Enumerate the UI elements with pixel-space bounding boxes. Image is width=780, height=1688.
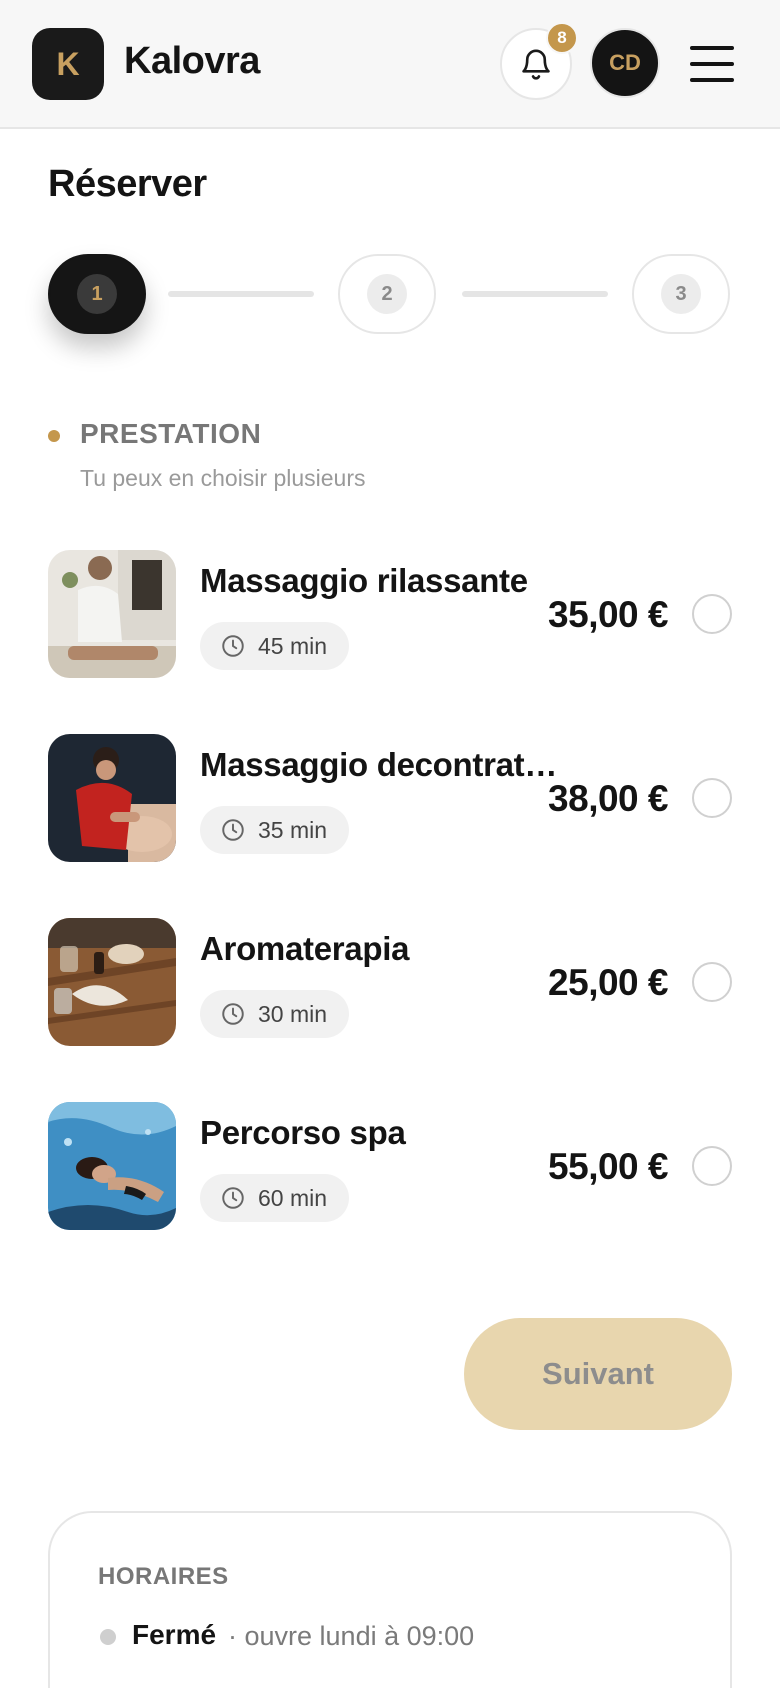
status-dot (100, 1629, 116, 1645)
duration-text: 30 min (258, 1000, 328, 1027)
service-row-massaggio-rilassante[interactable]: Massaggio rilassante 45 min 35,00 € (48, 550, 732, 678)
duration-text: 60 min (258, 1184, 328, 1211)
step-3[interactable]: 3 (632, 254, 730, 334)
clock-icon (222, 1187, 244, 1209)
clock-icon (222, 1003, 244, 1025)
service-price: 25,00 € (548, 962, 668, 1003)
service-price: 35,00 € (548, 594, 668, 635)
app-logo[interactable]: K (32, 28, 104, 100)
clock-icon (222, 819, 244, 841)
avatar-initials: CD (609, 50, 641, 75)
aromatherapy-photo (48, 918, 176, 1046)
service-name: Aromaterapia (200, 930, 410, 967)
service-price: 55,00 € (548, 1146, 668, 1187)
brand-name: Kalovra (124, 40, 260, 82)
step-connector (168, 291, 314, 297)
bell-icon (522, 49, 550, 80)
app-header: K Kalovra 8 CD (0, 0, 780, 129)
service-row-percorso-spa[interactable]: Percorso spa 60 min 55,00 € (48, 1102, 732, 1230)
section-title: PRESTATION (80, 418, 262, 449)
step-1[interactable]: 1 (48, 254, 146, 334)
user-avatar[interactable]: CD (590, 28, 660, 98)
step-2-number: 2 (367, 274, 407, 314)
step-3-number: 3 (661, 274, 701, 314)
hours-status: Fermé (132, 1619, 217, 1650)
hours-next-opening: · ouvre lundi à 09:00 (228, 1621, 475, 1651)
duration-pill: 45 min (200, 622, 350, 670)
service-select-radio[interactable] (692, 962, 732, 1002)
hours-card: HORAIRES Fermé · ouvre lundi à 09:00 (48, 1511, 732, 1688)
section-subtitle: Tu peux en choisir plusieurs (80, 465, 366, 491)
hours-title: HORAIRES (98, 1563, 229, 1590)
clock-icon (222, 635, 244, 657)
duration-text: 35 min (258, 816, 328, 843)
section-dot (48, 430, 60, 442)
service-name: Massaggio decontratturante (200, 746, 560, 783)
step-2[interactable]: 2 (338, 254, 436, 334)
service-select-radio[interactable] (692, 1146, 732, 1186)
spa-pool-photo (48, 1102, 176, 1230)
deep-massage-photo (48, 734, 176, 862)
next-button[interactable]: Suivant (464, 1318, 732, 1430)
notification-badge: 8 (546, 22, 578, 54)
page-title: Réserver (48, 163, 207, 205)
logo-letter: K (56, 45, 80, 82)
service-name: Percorso spa (200, 1114, 406, 1151)
step-connector (462, 291, 608, 297)
service-price: 38,00 € (548, 778, 668, 819)
duration-pill: 35 min (200, 806, 350, 854)
duration-text: 45 min (258, 632, 328, 659)
service-select-radio[interactable] (692, 594, 732, 634)
service-select-radio[interactable] (692, 778, 732, 818)
service-row-aromaterapia[interactable]: Aromaterapia 30 min 25,00 € (48, 918, 732, 1046)
hamburger-menu-icon[interactable] (690, 46, 734, 82)
massage-photo (48, 550, 176, 678)
step-1-number: 1 (77, 274, 117, 314)
duration-pill: 30 min (200, 990, 350, 1038)
duration-pill: 60 min (200, 1174, 350, 1222)
service-name: Massaggio rilassante (200, 562, 528, 599)
service-row-massaggio-decontratturante[interactable]: Massaggio decontratturante 35 min 38,00 … (48, 734, 732, 862)
